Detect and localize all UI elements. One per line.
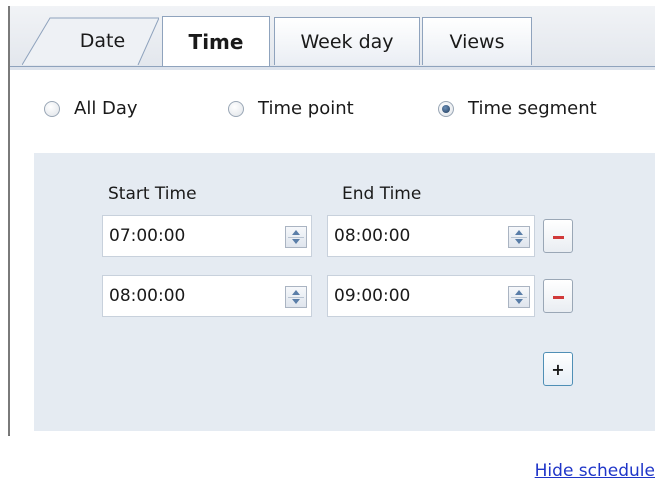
- schedule-panel: Date Time Week day Views All Day Time po…: [8, 6, 655, 437]
- start-time-value: 07:00:00: [109, 226, 186, 246]
- tab-time-label: Time: [188, 29, 244, 54]
- mode-radio-group: All Day Time point Time segment: [10, 98, 655, 128]
- tab-content-time: All Day Time point Time segment Start Ti…: [10, 67, 655, 437]
- start-time-header: Start Time: [108, 184, 197, 204]
- hide-schedule-link[interactable]: Hide schedule: [535, 461, 655, 481]
- spinner-arrows-icon[interactable]: [285, 226, 307, 248]
- radio-unchecked-icon: [228, 100, 244, 117]
- spinner-arrows-icon[interactable]: [508, 226, 530, 248]
- end-time-input[interactable]: 08:00:00: [327, 215, 535, 257]
- radio-time-point-label: Time point: [258, 98, 354, 119]
- tab-date-label: Date: [79, 30, 126, 52]
- plus-icon: +: [551, 359, 565, 379]
- radio-time-segment-label: Time segment: [468, 98, 597, 119]
- tab-week-day[interactable]: Week day: [274, 17, 420, 65]
- radio-checked-icon: [438, 100, 454, 117]
- tab-date[interactable]: Date: [22, 17, 159, 65]
- tab-week-day-label: Week day: [300, 30, 394, 53]
- add-segment-button[interactable]: +: [543, 352, 573, 386]
- footer-bar: Hide schedule: [0, 437, 655, 492]
- remove-segment-button[interactable]: [543, 219, 573, 253]
- tab-bar: Date Time Week day Views: [10, 6, 655, 67]
- start-time-input[interactable]: 08:00:00: [102, 275, 312, 317]
- start-time-input[interactable]: 07:00:00: [102, 215, 312, 257]
- tab-views-label: Views: [449, 30, 505, 53]
- radio-all-day[interactable]: All Day: [44, 98, 138, 119]
- radio-time-point[interactable]: Time point: [228, 98, 354, 119]
- end-time-value: 08:00:00: [334, 226, 411, 246]
- tab-views[interactable]: Views: [422, 17, 532, 65]
- tab-time[interactable]: Time: [162, 16, 270, 66]
- spinner-arrows-icon[interactable]: [285, 286, 307, 308]
- end-time-input[interactable]: 09:00:00: [327, 275, 535, 317]
- end-time-header: End Time: [342, 184, 422, 204]
- remove-segment-button[interactable]: [543, 279, 573, 313]
- radio-all-day-label: All Day: [74, 98, 138, 119]
- time-segment-panel: Start Time End Time 07:00:00 08:00:00 08…: [34, 153, 655, 431]
- spinner-arrows-icon[interactable]: [508, 286, 530, 308]
- radio-time-segment[interactable]: Time segment: [438, 98, 597, 119]
- end-time-value: 09:00:00: [334, 286, 411, 306]
- start-time-value: 08:00:00: [109, 286, 186, 306]
- radio-unchecked-icon: [44, 100, 60, 117]
